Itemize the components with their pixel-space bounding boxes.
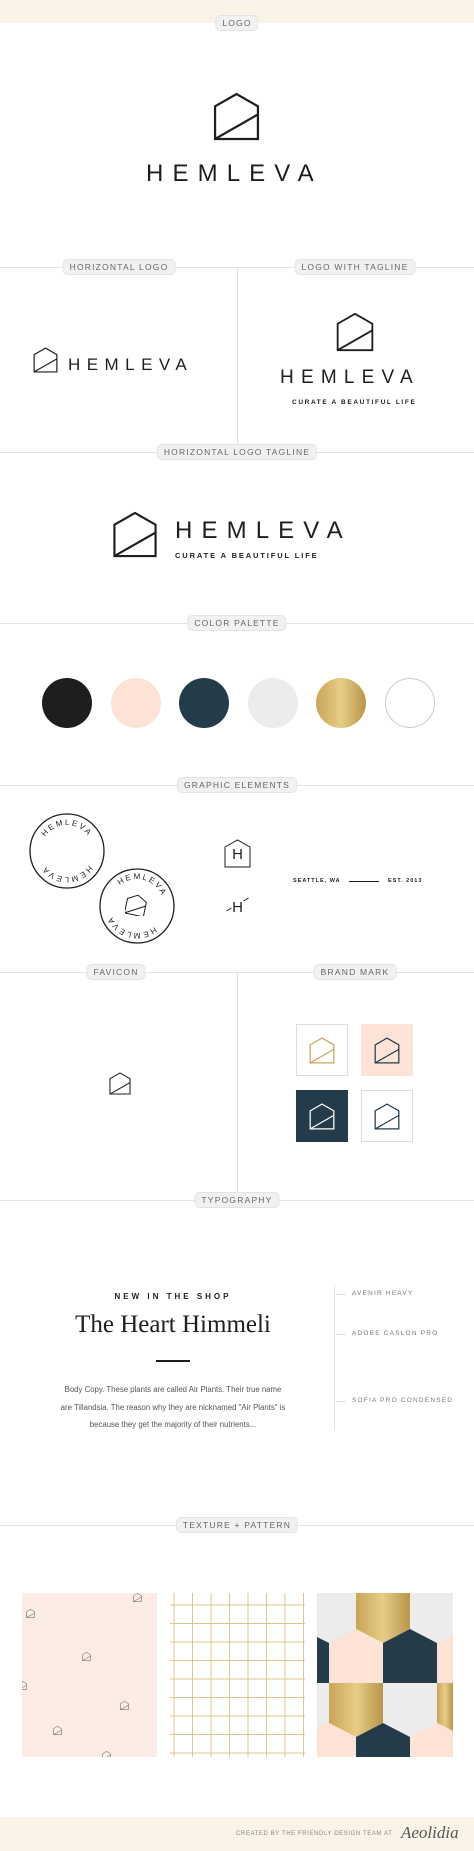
brand-tagline: CURATE A BEAUTIFUL LIFE [292,399,417,406]
brand-wordmark: HEMLEVA [280,367,420,388]
divider [237,267,238,452]
color-swatch-blush [111,678,161,728]
divider [334,1285,335,1430]
house-logo-icon [33,347,58,373]
typography-title: The Heart Himmeli [75,1311,271,1338]
brand-mark-navy-on-blush [361,1024,413,1076]
monogram-letter: H [232,846,243,863]
house-logo-icon [112,511,158,558]
monogram-slashed: H [224,897,251,916]
house-icon [125,894,147,916]
brand-mark-navy-on-white [361,1090,413,1142]
pattern-hexagon-tiles [317,1593,453,1757]
circular-stamp-with-house: HEMLEVA HEMLEVA [99,866,175,946]
house-icon [309,1103,335,1130]
footer-credit: CREATED BY THE FRIENDLY DESIGN TEAM AT [236,1831,393,1837]
pattern-house-scatter [22,1593,157,1757]
location-text: SEATTLE, WA [293,878,341,884]
section-label-graphic-elements: GRAPHIC ELEMENTS [176,777,298,793]
svg-text:HEMLEVA: HEMLEVA [40,864,95,884]
circular-stamp-plain: HEMLEVA HEMLEVA [29,813,105,889]
stamp-text: HEMLEVA [40,818,95,838]
section-label-typography: TYPOGRAPHY [194,1192,280,1208]
color-swatch-gold [316,678,366,728]
house-logo-icon [213,92,260,141]
title-rule [156,1360,190,1362]
separator-line [349,881,379,882]
svg-text:HEMLEVA: HEMLEVA [114,866,172,899]
typography-kicker: NEW IN THE SHOP [114,1292,232,1301]
color-swatch-light-gray [248,678,298,728]
house-logo-icon [336,312,374,352]
house-icon [374,1037,400,1064]
house-icon [374,1103,400,1130]
font-label-body: SOFIA PRO CONDENSED [352,1397,454,1404]
brand-wordmark: HEMLEVA [68,355,194,374]
typography-body: Body Copy. These plants are called Air P… [60,1385,286,1429]
section-label-logo-with-tagline: LOGO WITH TAGLINE [294,259,416,275]
favicon-house-icon [109,1072,131,1095]
font-label-heading: AVENIR HEAVY [352,1290,414,1297]
section-label-logo: LOGO [215,15,259,31]
color-swatch-black [42,678,92,728]
house-icon [309,1037,335,1064]
brand-mark-gold-on-white [296,1024,348,1076]
svg-text:HEMLEVA: HEMLEVA [102,913,160,946]
established-text: EST. 2013 [388,878,423,884]
color-swatch-white [385,678,435,728]
color-swatch-navy [179,678,229,728]
pattern-gold-grid [170,1593,305,1757]
section-label-horizontal-logo-tagline: HORIZONTAL LOGO TAGLINE [156,444,318,460]
studio-logo: Aeolidia [401,1823,459,1842]
font-label-title: ADOBE CASLON PRO [352,1330,439,1337]
section-label-brand-mark: BRAND MARK [313,964,397,980]
section-label-horizontal-logo: HORIZONTAL LOGO [62,259,176,275]
brand-wordmark: HEMLEVA [146,160,323,187]
brand-mark-white-on-navy [296,1090,348,1142]
divider [237,972,238,1200]
section-label-texture-pattern: TEXTURE + PATTERN [175,1517,299,1533]
brand-wordmark: HEMLEVA [175,517,352,544]
brand-tagline: CURATE A BEAUTIFUL LIFE [175,551,319,560]
section-label-favicon: FAVICON [86,964,146,980]
section-label-color-palette: COLOR PALETTE [187,615,287,631]
